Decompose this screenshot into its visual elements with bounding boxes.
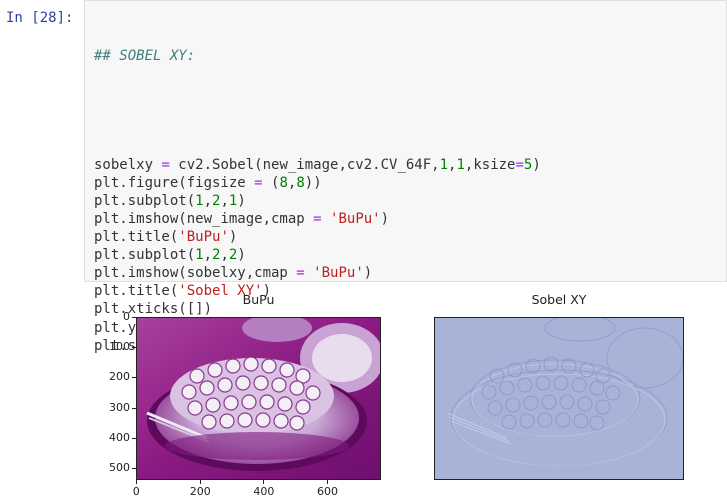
code-token: plt.subplot( (94, 247, 196, 264)
code-token: 'BuPu' (330, 210, 381, 227)
x-tick-label: 600 (317, 485, 338, 498)
code-token: = (254, 174, 263, 191)
left-plot-image (136, 317, 381, 480)
y-tick-label: 100 (109, 340, 130, 354)
code-token: ) (228, 229, 238, 246)
code-comment: ## SOBEL XY: (94, 48, 196, 65)
code-token: , (220, 192, 229, 209)
code-line: plt.figure(figsize = (8,8)) (94, 174, 541, 192)
code-token: 1 (195, 192, 204, 209)
code-token: 1 (456, 156, 465, 173)
output-area: BuPu 0 100 200 300 400 500 0 200 400 600 (0, 292, 727, 503)
code-token: plt.imshow(sobelxy,cmap (94, 265, 297, 282)
code-token: 8 (296, 174, 305, 191)
code-line: sobelxy = cv2.Sobel(new_image,cv2.CV_64F… (94, 156, 541, 174)
code-token: = (313, 210, 322, 227)
x-tick-mark (263, 480, 265, 484)
code-token: ,ksize (464, 156, 516, 173)
left-plot-title: BuPu (242, 292, 275, 307)
code-line: plt.title('BuPu') (94, 228, 541, 246)
y-tick-label: 0 (123, 310, 130, 323)
code-line: plt.imshow(new_image,cmap = 'BuPu') (94, 210, 541, 228)
code-token: 'BuPu' (178, 229, 229, 246)
code-token: sobelxy (94, 156, 162, 173)
x-tick-mark (136, 480, 137, 484)
code-line: plt.subplot(1,2,1) (94, 192, 541, 210)
code-token: , (203, 247, 213, 264)
code-token: = (296, 265, 305, 282)
code-token: ) (532, 156, 541, 173)
sobel-image (435, 318, 683, 479)
right-plot-title: Sobel XY (531, 292, 587, 307)
code-token: = (161, 156, 170, 173)
code-token: ) (237, 192, 246, 209)
code-token: 8 (279, 174, 288, 191)
code-token: ) (380, 210, 390, 227)
code-token: ( (262, 174, 280, 191)
code-token: )) (304, 174, 322, 191)
code-token: ) (363, 265, 373, 282)
code-token: cv2.Sobel(new_image,cv2.CV_64F, (169, 156, 440, 173)
code-line: plt.subplot(1,2,2) (94, 246, 541, 264)
code-token: ) (237, 247, 246, 264)
y-tick-label: 400 (109, 430, 130, 444)
code-token: 1 (439, 156, 449, 173)
code-line: plt.imshow(sobelxy,cmap = 'BuPu') (94, 264, 541, 282)
code-cell[interactable]: ## SOBEL XY: sobelxy = cv2.Sobel(new_ima… (84, 0, 727, 354)
x-tick-label: 400 (253, 485, 275, 498)
y-tick-label: 200 (109, 370, 130, 384)
bupu-image (137, 318, 380, 479)
code-token: , (220, 247, 229, 264)
code-token: , (203, 192, 213, 209)
code-token: = (515, 156, 524, 173)
x-tick-mark (199, 480, 201, 484)
cell-prompt: In [28]: (6, 10, 74, 26)
y-tick-label: 300 (109, 400, 130, 414)
code-token: plt.subplot( (94, 192, 196, 209)
code-token: plt.figure(figsize (94, 174, 255, 191)
x-tick-label: 200 (189, 485, 211, 498)
code-token: 1 (195, 247, 204, 264)
code-token: plt.imshow(new_image,cmap (94, 210, 314, 227)
x-tick-label: 0 (132, 485, 140, 498)
x-tick-mark (326, 480, 328, 484)
y-tick-label: 500 (109, 460, 130, 474)
code-token: plt.title( (94, 229, 179, 246)
code-token: 'BuPu' (313, 265, 364, 282)
right-plot-image (434, 317, 684, 480)
